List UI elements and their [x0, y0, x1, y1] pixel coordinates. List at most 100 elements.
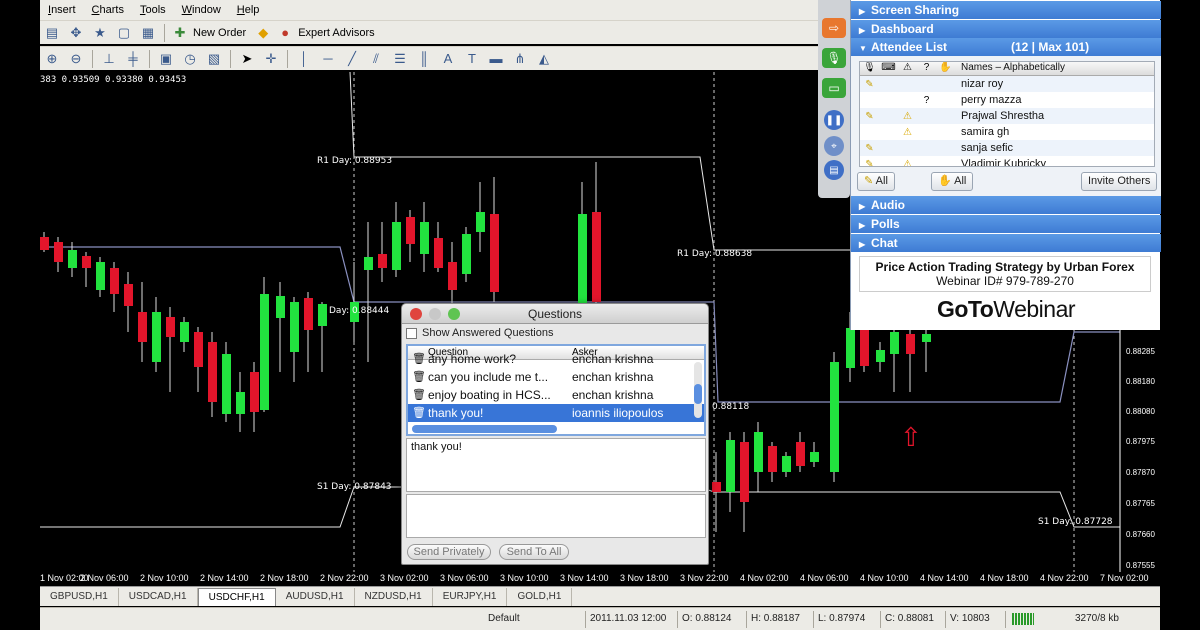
chart-tab[interactable]: AUDUSD,H1 — [276, 588, 355, 606]
names-column-header[interactable]: Names – Alphabetically — [955, 62, 1065, 75]
lower-hands-all-button[interactable]: ✋ All — [931, 172, 974, 191]
menu-insert[interactable]: Insert — [40, 4, 84, 16]
new-order-button[interactable]: New Order — [191, 27, 252, 39]
menu-tools[interactable]: Tools — [132, 4, 174, 16]
periods-icon[interactable]: ◷ — [179, 49, 201, 69]
zoom-icon[interactable] — [448, 308, 460, 320]
section-dashboard[interactable]: ▶ Dashboard — [851, 20, 1161, 38]
show-screen-icon[interactable]: ⇨ — [822, 18, 846, 38]
indicators-icon[interactable]: ▣ — [155, 49, 177, 69]
strategy-tester-icon[interactable]: ▦ — [137, 23, 159, 43]
section-chat[interactable]: ▶ Chat — [851, 234, 1161, 252]
hand-column-icon[interactable]: ✋ — [936, 62, 955, 75]
horizontal-line-icon[interactable]: ─ — [317, 49, 339, 69]
gann-icon[interactable]: ║ — [413, 49, 435, 69]
horizontal-scrollbar-thumb[interactable] — [412, 425, 557, 433]
pause-icon[interactable]: ❚❚ — [824, 110, 844, 130]
scrollbar-thumb[interactable] — [694, 384, 702, 404]
close-icon[interactable] — [410, 308, 422, 320]
questions-titlebar[interactable]: Questions — [402, 304, 708, 324]
attendee-row[interactable]: ✎ sanja sefic — [860, 140, 1154, 156]
cursor-icon[interactable]: ➤ — [236, 49, 258, 69]
chart-tab[interactable]: NZDUSD,H1 — [355, 588, 433, 606]
section-audio[interactable]: ▶ Audio — [851, 196, 1161, 214]
attendee-row[interactable]: ⚠ samira gh — [860, 124, 1154, 140]
attention-column-icon[interactable]: ⚠ — [898, 62, 917, 75]
reply-input[interactable] — [406, 494, 706, 538]
chart-tab[interactable]: USDCAD,H1 — [119, 588, 198, 606]
candle-body — [152, 312, 161, 362]
mic-column-icon[interactable]: 🎙 — [860, 62, 879, 75]
chart-tab[interactable]: EURJPY,H1 — [433, 588, 508, 606]
attendee-row[interactable]: ✎ ⚠ Prajwal Shrestha — [860, 108, 1154, 124]
chart-tab[interactable]: USDCHF,H1 — [197, 588, 276, 606]
zoom-in-icon[interactable]: ⊕ — [41, 49, 63, 69]
send-to-all-button[interactable]: Send To All — [499, 544, 569, 560]
checkbox-box[interactable] — [406, 327, 417, 339]
section-attendee-list[interactable]: ▼ Attendee List (12 | Max 101) — [851, 38, 1161, 56]
chart-tab[interactable]: GOLD,H1 — [507, 588, 573, 606]
time-tick-label: 4 Nov 18:00 — [980, 573, 1029, 583]
webcam-icon[interactable]: ▭ — [822, 78, 846, 98]
andrews-pitchfork-icon[interactable]: ⋔ — [509, 49, 531, 69]
connection-status-icon — [1012, 613, 1034, 625]
bar-chart-icon[interactable]: ⊥ — [98, 49, 120, 69]
new-chart-icon[interactable]: ▤ — [41, 23, 63, 43]
trash-icon[interactable]: 🗑 — [412, 406, 426, 419]
invite-others-button[interactable]: Invite Others — [1081, 172, 1158, 191]
menu-help[interactable]: Help — [229, 4, 268, 16]
navigator-icon[interactable]: ✥ — [65, 23, 87, 43]
keyboard-mouse-icon[interactable]: ⌖ — [824, 136, 844, 156]
section-polls[interactable]: ▶ Polls — [851, 215, 1161, 233]
candle-body — [166, 317, 175, 337]
text-label-icon[interactable]: T — [461, 49, 483, 69]
trendline-icon[interactable]: ╱ — [341, 49, 363, 69]
alert-icon[interactable]: ◆ — [252, 23, 274, 43]
send-privately-button[interactable]: Send Privately — [407, 544, 491, 560]
candle-chart-icon[interactable]: ╪ — [122, 49, 144, 69]
attendee-row[interactable]: ✎ nizar roy — [860, 76, 1154, 92]
question-row[interactable]: 🗑 any home work? enchan krishna — [408, 350, 704, 368]
price-tick-label: 0.87765 — [1126, 499, 1155, 508]
rectangle-icon[interactable]: ▬ — [485, 49, 507, 69]
zoom-out-icon[interactable]: ⊖ — [65, 49, 87, 69]
minimize-icon[interactable] — [429, 308, 441, 320]
keyboard-column-icon[interactable]: ⌨ — [879, 62, 898, 75]
window-icon[interactable]: ▢ — [113, 23, 135, 43]
give-pen-all-button[interactable]: ✎ All — [857, 172, 895, 191]
trash-icon[interactable]: 🗑 — [412, 388, 426, 401]
section-label: Audio — [871, 198, 905, 212]
chat-bubble-icon[interactable]: ▤ — [824, 160, 844, 180]
chart-tab[interactable]: GBPUSD,H1 — [40, 588, 119, 606]
expert-advisors-icon[interactable]: ● — [274, 23, 296, 43]
crosshair-icon[interactable]: ✛ — [260, 49, 282, 69]
show-answered-checkbox[interactable]: Show Answered Questions — [406, 327, 553, 339]
questions-scrollbar[interactable] — [694, 362, 702, 418]
trash-icon[interactable]: 🗑 — [412, 370, 426, 383]
section-screen-sharing[interactable]: ▶ Screen Sharing — [851, 1, 1161, 19]
expert-advisors-button[interactable]: Expert Advisors — [296, 27, 380, 39]
text-icon[interactable]: A — [437, 49, 459, 69]
menu-window[interactable]: Window — [174, 4, 229, 16]
question-row[interactable]: 🗑 enjoy boating in HCS... enchan krishna — [408, 386, 704, 404]
question-row[interactable]: 🗑 thank you! ioannis iliopoulos — [408, 404, 704, 422]
menu-charts[interactable]: Charts — [84, 4, 132, 16]
vertical-line-icon[interactable]: │ — [293, 49, 315, 69]
question-column-icon[interactable]: ? — [917, 62, 936, 75]
profiles-icon[interactable]: ★ — [89, 23, 111, 43]
microphone-icon[interactable]: 🎙 — [822, 48, 846, 68]
trash-icon[interactable]: 🗑 — [412, 352, 426, 365]
attendee-row[interactable]: ✎ ⚠ Vladimir Kubricky — [860, 156, 1154, 166]
fibonacci-icon[interactable]: ☰ — [389, 49, 411, 69]
new-order-icon[interactable]: ✚ — [169, 23, 191, 43]
status-divider — [880, 611, 881, 628]
attendee-name: samira gh — [961, 126, 1010, 138]
templates-icon[interactable]: ▧ — [203, 49, 225, 69]
channel-icon[interactable]: ⫽ — [365, 49, 387, 69]
status-low: L: 0.87974 — [818, 613, 866, 624]
arrows-icon[interactable]: ◭ — [533, 49, 555, 69]
attendee-row[interactable]: ? perry mazza — [860, 92, 1154, 108]
question-row[interactable]: 🗑 can you include me t... enchan krishna — [408, 368, 704, 386]
time-tick-label: 2 Nov 18:00 — [260, 573, 309, 583]
questions-title: Questions — [527, 307, 583, 321]
